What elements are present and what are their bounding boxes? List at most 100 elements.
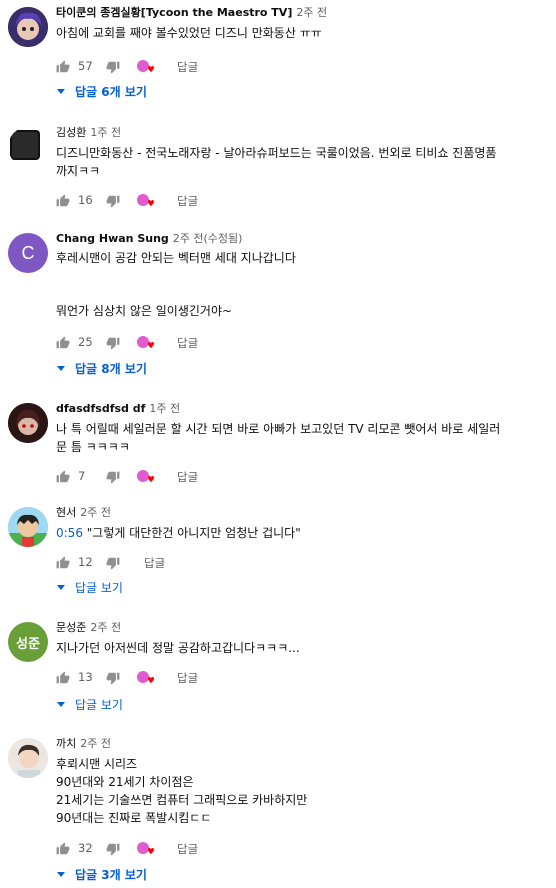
comment-time[interactable]: 2주 전 (80, 506, 111, 519)
reply-button[interactable]: 답글 (177, 841, 198, 857)
reply-button[interactable]: 답글 (177, 193, 198, 209)
comment-time[interactable]: 1주 전 (149, 402, 180, 415)
like-count: 57 (78, 59, 93, 73)
like-count: 7 (78, 469, 86, 483)
author-name[interactable]: 타이쿤의 종겜실황[Tycoon the Maestro TV] (56, 6, 292, 19)
comment: 성준 문성준 2주 전 지나가던 아저씬데 정말 공감하고갑니다ㅋㅋㅋ... 13… (0, 620, 556, 715)
creator-heart (136, 669, 156, 687)
author-name[interactable]: Chang Hwan Sung (56, 232, 169, 245)
comment: 타이쿤의 종겜실황[Tycoon the Maestro TV] 2주 전 아침에… (0, 5, 556, 100)
thumbs-up-icon (56, 556, 70, 569)
avatar-image-icon (8, 7, 48, 47)
thumbs-up-icon (56, 470, 70, 483)
reply-button[interactable]: 답글 (177, 335, 198, 351)
chevron-down-icon (57, 585, 65, 590)
dislike-button[interactable] (106, 57, 120, 77)
avatar[interactable] (8, 507, 48, 547)
avatar[interactable]: C (8, 233, 48, 273)
comment: 현서 2주 전 0:56 "그렇게 대단한건 아니지만 엄청난 겁니다" 12 답… (0, 505, 556, 600)
avatar[interactable] (8, 127, 48, 167)
view-replies-label: 답글 3개 보기 (75, 868, 147, 882)
author-name[interactable]: 김성환 (56, 126, 86, 139)
dislike-button[interactable] (106, 191, 120, 211)
creator-heart-icon (137, 470, 154, 483)
view-replies-label: 답글 보기 (75, 698, 123, 712)
dislike-button[interactable] (106, 839, 120, 859)
thumbs-down-icon (106, 195, 120, 208)
comment-text: 0:56 "그렇게 대단한건 아니지만 엄청난 겁니다" (56, 524, 546, 542)
view-replies-button[interactable]: 답글 3개 보기 (56, 866, 147, 883)
comment-actions: 12 답글 (56, 553, 356, 573)
comment-actions: 57 답글 (56, 57, 356, 77)
like-button[interactable] (56, 553, 70, 573)
thumbs-up-icon (56, 671, 70, 684)
comment-time[interactable]: 2주 전(수정됨) (173, 232, 243, 245)
like-button[interactable] (56, 839, 70, 859)
avatar-image-icon (8, 738, 48, 778)
avatar[interactable] (8, 403, 48, 443)
thumbs-down-icon (106, 61, 120, 74)
thumbs-up-icon (56, 194, 70, 207)
avatar[interactable] (8, 738, 48, 778)
dislike-button[interactable] (106, 668, 120, 688)
comment-line (56, 268, 546, 286)
like-count: 13 (78, 670, 93, 684)
creator-heart (136, 334, 156, 352)
dislike-button[interactable] (106, 553, 120, 573)
comment-text: 아침에 교회를 째야 볼수있었던 디즈니 만화동산 ㅠㅠ (56, 24, 546, 42)
like-button[interactable] (56, 57, 70, 77)
view-replies-button[interactable]: 답글 8개 보기 (56, 360, 147, 377)
chevron-down-icon (57, 89, 65, 94)
chevron-down-icon (57, 702, 65, 707)
comment-line: 아침에 교회를 째야 볼수있었던 디즈니 만화동산 ㅠㅠ (56, 26, 322, 40)
thumbs-down-icon (106, 337, 120, 350)
reply-button[interactable]: 답글 (177, 59, 198, 75)
comment-line (56, 285, 546, 303)
like-count: 12 (78, 555, 93, 569)
view-replies-button[interactable]: 답글 보기 (56, 696, 123, 713)
video-timestamp-link[interactable]: 0:56 (56, 526, 83, 540)
comment-actions: 25 답글 (56, 333, 356, 353)
author-name[interactable]: 현서 (56, 506, 76, 519)
like-button[interactable] (56, 191, 70, 211)
avatar[interactable] (8, 7, 48, 47)
like-button[interactable] (56, 333, 70, 353)
author-name[interactable]: 까치 (56, 737, 76, 750)
dislike-button[interactable] (106, 467, 120, 487)
creator-heart-icon (137, 842, 154, 855)
dislike-button[interactable] (106, 333, 120, 353)
reply-button[interactable]: 답글 (177, 670, 198, 686)
view-replies-button[interactable]: 답글 보기 (56, 579, 123, 596)
comment-time[interactable]: 2주 전 (90, 621, 121, 634)
reply-button[interactable]: 답글 (144, 555, 165, 571)
comment-line: 0:56 "그렇게 대단한건 아니지만 엄청난 겁니다" (56, 524, 546, 542)
like-count: 25 (78, 335, 93, 349)
comment-actions: 13 답글 (56, 668, 356, 688)
like-button[interactable] (56, 467, 70, 487)
comment-actions: 16 답글 (56, 191, 356, 211)
thumbs-up-icon (56, 336, 70, 349)
comment-line: 나 특 어릴때 세일러문 할 시간 되면 바로 아빠가 보고있던 TV 리모콘 … (56, 422, 501, 436)
comment-header: 까치 2주 전 (56, 736, 111, 752)
comment-line: 90년대와 21세기 차이점은 (56, 775, 194, 789)
avatar[interactable]: 성준 (8, 622, 48, 662)
thumbs-up-icon (56, 60, 70, 73)
comment-time[interactable]: 2주 전 (296, 6, 327, 19)
creator-heart (136, 58, 156, 76)
thumbs-up-icon (56, 842, 70, 855)
comment-header: 김성환 1주 전 (56, 125, 121, 141)
author-name[interactable]: 문성준 (56, 621, 86, 634)
comment-line: 문 틈 ㅋㅋㅋㅋ (56, 440, 130, 454)
avatar-image-icon (10, 130, 40, 160)
author-name[interactable]: dfasdfsdfsd df (56, 402, 145, 415)
view-replies-button[interactable]: 답글 6개 보기 (56, 83, 147, 100)
avatar-image-icon (8, 507, 48, 547)
creator-heart-icon (137, 336, 154, 349)
like-button[interactable] (56, 668, 70, 688)
creator-heart (136, 192, 156, 210)
comment-time[interactable]: 2주 전 (80, 737, 111, 750)
avatar-image-icon (8, 403, 48, 443)
creator-heart-icon (137, 671, 154, 684)
comment-time[interactable]: 1주 전 (90, 126, 121, 139)
reply-button[interactable]: 답글 (177, 469, 198, 485)
